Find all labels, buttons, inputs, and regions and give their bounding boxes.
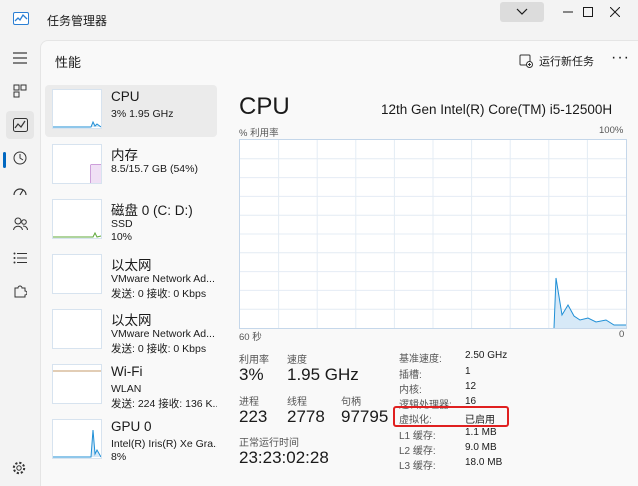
- perf-item-detail: 8%: [111, 451, 127, 463]
- perf-item-title: 磁盘 0 (C: D:): [111, 203, 193, 218]
- cpu-model-name: 12th Gen Intel(R) Core(TM) i5-12500H: [381, 102, 613, 117]
- perf-item-wifi[interactable]: Wi-Fi WLAN 发送: 224 接收: 136 K...: [45, 360, 217, 412]
- perf-item-ethernet-1[interactable]: 以太网 VMware Network Ad... 发送: 0 接收: 0 Kbp…: [45, 250, 217, 302]
- perf-item-memory[interactable]: 内存 8.5/15.7 GB (54%): [45, 140, 217, 192]
- perf-item-subtitle: Intel(R) Iris(R) Xe Gra...: [111, 438, 217, 450]
- memory-thumbnail-graph: [52, 144, 102, 184]
- perf-item-title: GPU 0: [111, 419, 152, 434]
- speed-value: 1.95 GHz: [287, 365, 359, 384]
- spec-key: L2 缓存:: [399, 446, 436, 457]
- run-task-icon: [519, 54, 533, 68]
- perf-item-title: 内存: [111, 148, 138, 163]
- history-icon: [13, 151, 27, 165]
- page-title: 性能: [55, 55, 82, 70]
- perf-item-subtitle: SSD: [111, 218, 133, 230]
- close-icon: [610, 7, 620, 17]
- perf-item-detail: 发送: 0 接收: 0 Kbps: [111, 288, 207, 300]
- disk-thumbnail-graph: [52, 199, 102, 239]
- hamburger-icon: [13, 52, 27, 64]
- perf-item-subtitle: VMware Network Ad...: [111, 328, 215, 340]
- nav-users[interactable]: [6, 210, 34, 238]
- perf-item-title: CPU: [111, 89, 140, 104]
- cpu-thumbnail-graph: [52, 89, 102, 129]
- chevron-down-icon: [516, 8, 528, 15]
- time-axis-start: 60 秒: [239, 332, 262, 343]
- perf-item-subtitle: VMware Network Ad...: [111, 273, 215, 285]
- startup-gauge-icon: [13, 188, 27, 196]
- perf-item-subtitle: WLAN: [111, 383, 142, 395]
- uptime-value: 23:23:02:28: [239, 448, 329, 467]
- nav-details[interactable]: [6, 244, 34, 272]
- perf-item-title: Wi-Fi: [111, 364, 143, 379]
- spec-key: 内核:: [399, 385, 422, 396]
- spec-value: 1.1 MB: [465, 427, 497, 438]
- processes-label: 进程: [239, 397, 259, 408]
- time-axis-end: 0: [619, 329, 625, 340]
- utilization-label: 利用率: [239, 355, 269, 366]
- perf-item-ethernet-2[interactable]: 以太网 VMware Network Ad... 发送: 0 接收: 0 Kbp…: [45, 305, 217, 357]
- processes-icon: [13, 84, 27, 98]
- main-content: 性能 运行新任务 ··· CPU 3% 1.95 GHz 内存 8.5/15.7…: [40, 40, 638, 486]
- users-icon: [12, 217, 28, 231]
- spec-value: 2.50 GHz: [465, 350, 508, 361]
- perf-item-disk[interactable]: 磁盘 0 (C: D:) SSD 10%: [45, 195, 217, 247]
- perf-item-title: 以太网: [111, 258, 152, 273]
- nav-startup-apps[interactable]: [6, 177, 34, 205]
- nav-app-history[interactable]: [6, 144, 34, 172]
- speed-label: 速度: [287, 355, 307, 366]
- spec-key: L3 缓存:: [399, 461, 436, 472]
- services-puzzle-icon: [14, 285, 27, 298]
- title-bar: 任务管理器: [0, 0, 638, 40]
- details-list-icon: [13, 252, 27, 264]
- close-button[interactable]: [592, 0, 638, 24]
- ethernet-thumbnail-graph: [52, 309, 102, 349]
- more-options-button[interactable]: ···: [611, 49, 630, 67]
- hamburger-menu-button[interactable]: [6, 44, 34, 72]
- spec-key: 插槽:: [399, 370, 422, 381]
- perf-item-cpu[interactable]: CPU 3% 1.95 GHz: [45, 85, 217, 137]
- handles-label: 句柄: [341, 397, 361, 408]
- processes-value: 223: [239, 407, 268, 426]
- perf-item-gpu[interactable]: GPU 0 Intel(R) Iris(R) Xe Gra... 8%: [45, 415, 217, 467]
- perf-item-title: 以太网: [111, 313, 152, 328]
- virtualization-highlight-box: [393, 406, 509, 427]
- wifi-thumbnail-graph: [52, 364, 102, 404]
- performance-icon: [12, 118, 28, 132]
- run-new-task-label: 运行新任务: [539, 56, 594, 68]
- spec-value: 1: [465, 366, 471, 377]
- task-manager-icon: [13, 12, 29, 25]
- run-new-task-button[interactable]: 运行新任务: [519, 51, 594, 71]
- perf-item-detail: 发送: 0 接收: 0 Kbps: [111, 343, 207, 355]
- uptime-label: 正常运行时间: [239, 438, 299, 449]
- cpu-utilization-graph: [239, 139, 627, 329]
- app-title: 任务管理器: [47, 14, 108, 28]
- perf-item-subtitle: 8.5/15.7 GB (54%): [111, 163, 198, 175]
- handles-value: 97795: [341, 407, 389, 426]
- spec-key: L1 缓存:: [399, 431, 436, 442]
- spec-value: 9.0 MB: [465, 442, 497, 453]
- spec-value: 18.0 MB: [465, 457, 503, 468]
- gpu-thumbnail-graph: [52, 419, 102, 459]
- nav-performance[interactable]: [6, 111, 34, 139]
- utilization-axis-label: % 利用率: [239, 128, 279, 139]
- ethernet-thumbnail-graph: [52, 254, 102, 294]
- spec-value: 12: [465, 381, 477, 392]
- settings-gear-icon[interactable]: [12, 461, 26, 475]
- spec-key: 基准速度:: [399, 354, 442, 365]
- perf-item-detail: 10%: [111, 231, 133, 243]
- detail-title: CPU: [239, 93, 290, 120]
- nav-processes[interactable]: [6, 77, 34, 105]
- utilization-value: 3%: [239, 365, 264, 384]
- threads-label: 线程: [287, 397, 307, 408]
- threads-value: 2778: [287, 407, 325, 426]
- chevron-down-button[interactable]: [500, 2, 544, 22]
- perf-item-subtitle: 3% 1.95 GHz: [111, 108, 174, 120]
- nav-services[interactable]: [6, 277, 34, 305]
- nav-rail: [0, 40, 40, 485]
- utilization-max-label: 100%: [599, 125, 624, 136]
- perf-item-detail: 发送: 224 接收: 136 K...: [111, 398, 217, 410]
